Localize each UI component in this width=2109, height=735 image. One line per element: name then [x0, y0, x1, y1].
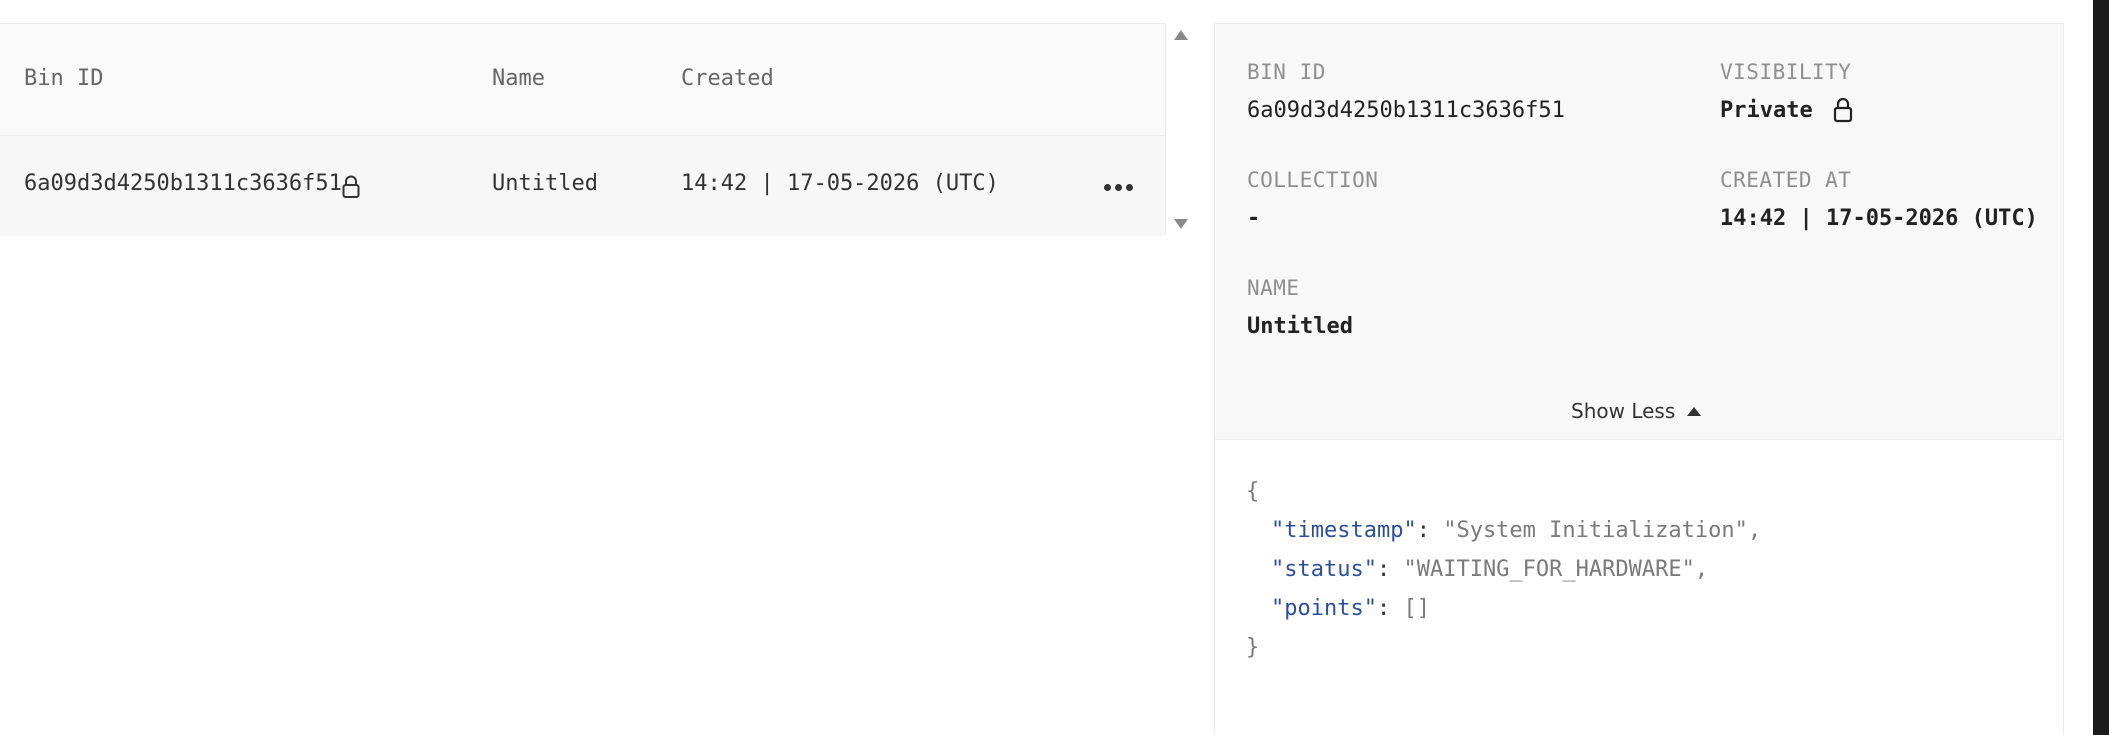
- bin-detail-panel: BIN ID 6a09d3d4250b1311c3636f51 VISIBILI…: [1214, 23, 2064, 735]
- column-header-name[interactable]: Name: [492, 66, 545, 91]
- lock-icon: [1833, 97, 1853, 123]
- name-value: Untitled: [1247, 314, 1353, 339]
- json-key: "points": [1271, 596, 1377, 621]
- table-header: Bin ID Name Created: [0, 24, 1165, 136]
- row-name: Untitled: [492, 171, 598, 196]
- bins-table: Bin ID Name Created 6a09d3d4250b1311c363…: [0, 23, 1166, 236]
- json-viewer[interactable]: { "timestamp": "System Initialization", …: [1246, 472, 1761, 667]
- json-open-brace: {: [1246, 479, 1260, 504]
- json-line: "timestamp": "System Initialization",: [1271, 518, 1762, 543]
- column-header-bin-id[interactable]: Bin ID: [24, 66, 103, 91]
- window-border: [2093, 0, 2109, 735]
- json-line: "points": []: [1271, 596, 1430, 621]
- show-less-label: Show Less: [1571, 399, 1676, 423]
- created-at-label: CREATED AT: [1720, 168, 1852, 192]
- visibility-value: Private: [1720, 98, 1813, 123]
- caret-up-icon: [1687, 406, 1702, 416]
- json-line: "status": "WAITING_FOR_HARDWARE",: [1271, 557, 1709, 582]
- scroll-down-arrow-icon[interactable]: [1172, 217, 1190, 231]
- lock-icon: [342, 175, 360, 198]
- table-row[interactable]: 6a09d3d4250b1311c3636f51 Untitled 14:42 …: [0, 136, 1165, 236]
- show-less-button[interactable]: Show Less: [1571, 399, 1702, 423]
- collection-label: COLLECTION: [1247, 168, 1379, 192]
- row-created: 14:42 | 17-05-2026 (UTC): [681, 171, 999, 196]
- json-key: "timestamp": [1271, 518, 1417, 543]
- collection-value: -: [1247, 206, 1261, 231]
- visibility-label: VISIBILITY: [1720, 60, 1852, 84]
- row-bin-id[interactable]: 6a09d3d4250b1311c3636f51: [24, 171, 342, 196]
- json-value: []: [1403, 596, 1430, 621]
- name-label: NAME: [1247, 276, 1300, 300]
- json-value: "WAITING_FOR_HARDWARE": [1403, 557, 1695, 582]
- json-key: "status": [1271, 557, 1377, 582]
- column-header-created[interactable]: Created: [681, 66, 774, 91]
- bin-id-value: 6a09d3d4250b1311c3636f51: [1247, 98, 1565, 123]
- json-value: "System Initialization": [1443, 518, 1748, 543]
- json-close-brace: }: [1246, 635, 1260, 660]
- scroll-up-arrow-icon[interactable]: [1172, 28, 1190, 42]
- bin-metadata: BIN ID 6a09d3d4250b1311c3636f51 VISIBILI…: [1215, 24, 2063, 440]
- more-horizontal-icon[interactable]: [1104, 176, 1138, 198]
- bin-id-label: BIN ID: [1247, 60, 1326, 84]
- created-at-value: 14:42 | 17-05-2026 (UTC): [1720, 206, 2038, 231]
